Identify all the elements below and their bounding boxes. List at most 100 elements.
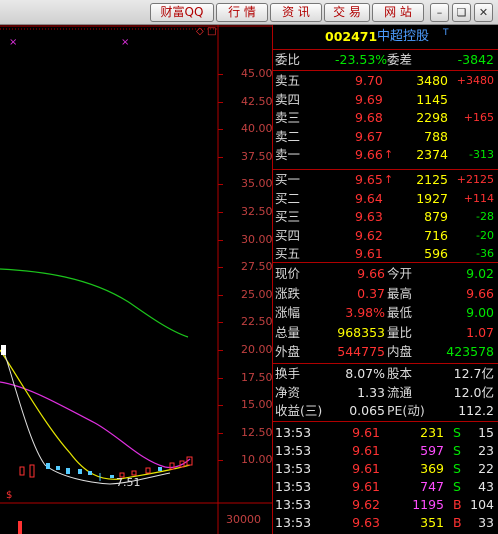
price-axis-label: 15.00 [241, 398, 273, 412]
tick-row[interactable]: 13:53 9.61 231 S 15 [273, 424, 498, 442]
dollar-marker-icon: $ [6, 490, 13, 501]
square-icon: □ [207, 26, 217, 37]
axis-tick [218, 212, 223, 213]
tick-time: 13:53 [275, 425, 312, 440]
quote-label: 涨跌 [275, 285, 301, 301]
fundamental-value: 8.07% [345, 366, 385, 381]
quote-label: 最低 [387, 305, 413, 321]
asks-row[interactable]: 卖一 9.66 ↑ 2374 -313 [273, 146, 498, 164]
arrow-up-icon: ↑ [384, 173, 394, 186]
quote-row: 总量 968353 量比 1.07 [273, 324, 498, 342]
market-button[interactable]: 行 情 [216, 3, 268, 22]
axis-tick [218, 350, 223, 351]
bids-label: 买五 [275, 246, 301, 262]
tick-time: 13:53 [275, 515, 312, 530]
bids-volume: 879 [424, 209, 448, 225]
tick-row[interactable]: 13:53 9.61 747 S 43 [273, 478, 498, 496]
asks-row[interactable]: 卖五 9.70 3480 +3480 [273, 72, 498, 90]
committee-row: 委比 -23.53% 委差 -3842 [273, 51, 498, 69]
bids-price: 9.63 [355, 209, 383, 225]
kline-chart[interactable]: × × ◇ □ $ 7.51 45.00 42.50 40.00 37.50 35.00… [0, 25, 273, 534]
quote-value: 9.66 [357, 266, 385, 281]
axis-tick [218, 432, 223, 434]
bids-label: 买一 [275, 172, 301, 187]
price-axis-label: 27.50 [241, 260, 273, 274]
tick-count: 22 [478, 461, 494, 476]
quote-value: 9.00 [466, 305, 494, 321]
tick-price: 9.63 [352, 515, 380, 530]
fundamental-value: 112.2 [458, 403, 494, 419]
asks-row[interactable]: 卖二 9.67 788 [273, 128, 498, 146]
tick-row[interactable]: 13:53 9.62 1195 B 104 [273, 496, 498, 514]
asks-row[interactable]: 卖四 9.69 1145 [273, 91, 498, 109]
tick-count: 43 [478, 479, 494, 494]
tick-price: 9.62 [352, 497, 380, 512]
fundamental-value: 12.7亿 [453, 366, 494, 381]
asks-label: 卖二 [275, 128, 301, 144]
volume-axis-label: 30000 [226, 513, 261, 526]
news-button[interactable]: 资 讯 [270, 3, 322, 22]
stock-name[interactable]: 中超控股 [377, 28, 429, 46]
price-axis-label: 40.00 [241, 122, 273, 136]
bids-row[interactable]: 买三 9.63 879 -28 [273, 208, 498, 226]
quote-label: 量比 [387, 324, 413, 340]
trade-button[interactable]: 交 易 [324, 3, 370, 22]
tick-count: 15 [478, 425, 494, 440]
quote-value: 423578 [446, 344, 494, 360]
quote-value: 544775 [337, 344, 385, 360]
asks-volume: 2298 [416, 110, 448, 126]
axis-tick [218, 101, 223, 103]
fundamental-label: 收益(三) [275, 403, 323, 419]
price-axis-label: 20.00 [241, 343, 273, 356]
quote-panel: 002471 中超控股 T 委比 -23.53% 委差 -3842 卖五 9.70… [273, 25, 498, 534]
close-icon[interactable]: ✕ [474, 3, 493, 22]
ratio-value: -23.53% [335, 52, 388, 67]
axis-tick [218, 377, 223, 379]
axis-tick [218, 294, 223, 296]
axis-tick [218, 129, 223, 131]
quote-label: 今开 [387, 266, 413, 281]
bids-change: -20 [476, 228, 494, 242]
tick-count: 104 [470, 497, 494, 512]
tick-count: 33 [478, 515, 494, 530]
tick-row[interactable]: 13:53 9.61 369 S 22 [273, 460, 498, 478]
axis-tick [218, 156, 223, 158]
restore-icon[interactable]: ❏ [452, 3, 471, 22]
tick-price: 9.61 [352, 479, 380, 494]
candlesticks [1, 345, 193, 481]
asks-change: +165 [463, 111, 494, 125]
bids-row[interactable]: 买一 9.65 ↑ 2125 +2125 [273, 171, 498, 189]
price-axis-label: 32.50 [241, 205, 273, 218]
bids-row[interactable]: 买四 9.62 716 -20 [273, 227, 498, 245]
fundamental-label: 换手 [275, 366, 301, 381]
price-axis-label: 42.50 [241, 94, 273, 108]
axis-tick [218, 239, 223, 241]
asks-volume: 1145 [416, 91, 448, 107]
quote-label: 最高 [387, 285, 413, 301]
bids-row[interactable]: 买二 9.64 1927 +114 [273, 190, 498, 208]
bids-label: 买三 [275, 209, 301, 225]
bids-row[interactable]: 买五 9.61 596 -36 [273, 245, 498, 263]
website-button[interactable]: 网 站 [372, 3, 424, 22]
tick-time: 13:53 [275, 461, 312, 476]
tick-price: 9.61 [352, 425, 380, 440]
bids-volume: 2125 [416, 172, 448, 187]
tick-row[interactable]: 13:53 9.63 351 B 33 [273, 514, 498, 532]
tick-row[interactable]: 13:53 9.61 597 S 23 [273, 442, 498, 460]
tick-side: S [453, 443, 461, 458]
tick-price: 9.61 [352, 443, 380, 458]
fundamental-label: PE(动) [387, 403, 425, 419]
ma-yellow-line [0, 349, 191, 480]
caifu-qq-button[interactable]: 财富QQ [150, 3, 214, 22]
bids-change: -28 [476, 210, 494, 224]
quote-value: 3.98% [345, 305, 385, 321]
tick-volume: 369 [420, 461, 444, 476]
asks-row[interactable]: 卖三 9.68 2298 +165 [273, 109, 498, 127]
minimize-icon[interactable]: – [430, 3, 449, 22]
axis-tick [218, 405, 223, 407]
asks-price: 9.67 [355, 128, 383, 144]
fundamental-label: 股本 [387, 366, 413, 381]
quote-row: 涨跌 0.37 最高 9.66 [273, 285, 498, 303]
tick-side: S [453, 479, 461, 494]
quote-value: 9.02 [466, 266, 494, 281]
